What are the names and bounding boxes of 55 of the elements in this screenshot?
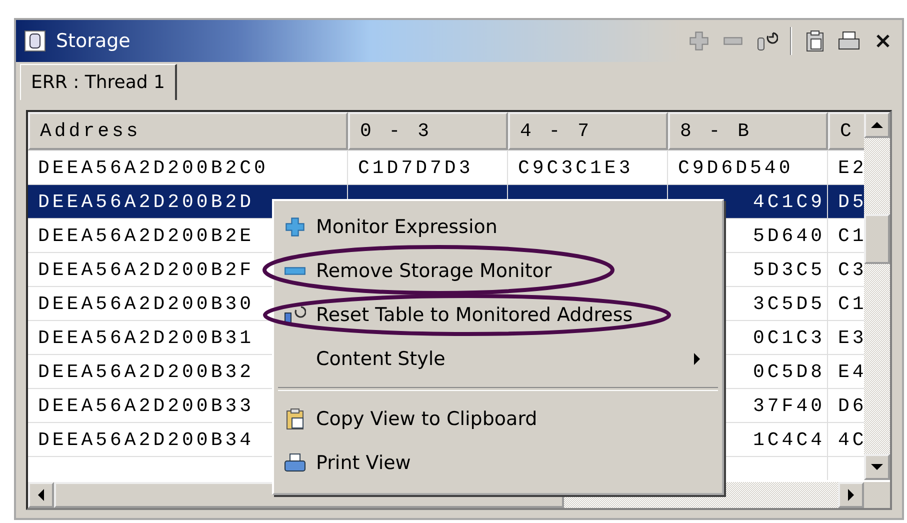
table-cell: 0C5D8 (752, 361, 825, 383)
table-cell: E3 (838, 327, 864, 349)
table-cell: DEEA56A2D200B2F (38, 259, 254, 281)
table-cell: 5D3C5 (752, 259, 825, 281)
column-header[interactable]: 8 - B (668, 112, 828, 150)
scroll-right-button[interactable] (838, 482, 864, 508)
clipboard-icon (284, 408, 306, 430)
table-cell: DEEA56A2D200B32 (38, 361, 254, 383)
column-header[interactable]: Address (28, 112, 348, 150)
table-cell: DEEA56A2D200B2D (38, 191, 254, 213)
cylinder-icon (24, 30, 46, 52)
table-cell: C1D7D7D3 (358, 157, 474, 179)
menu-item[interactable]: Content Style (274, 348, 722, 370)
table-cell: C1 (838, 225, 864, 247)
window-title: Storage (56, 30, 132, 52)
reset-icon[interactable] (756, 30, 778, 52)
table-cell: C9C3C1E3 (518, 157, 634, 179)
table-cell: 5D640 (752, 225, 825, 247)
menu-item[interactable]: Monitor Expression (274, 216, 722, 238)
menu-item[interactable]: Copy View to Clipboard (274, 408, 722, 430)
table-cell: C9D6D540 (678, 157, 794, 179)
table-cell: DEEA56A2D200B31 (38, 327, 254, 349)
table-cell: E2 (838, 157, 864, 179)
table-cell: DEEA56A2D200B2C0 (38, 157, 268, 179)
scroll-down-button[interactable] (864, 454, 890, 480)
tab[interactable]: ERR : Thread 1 (20, 64, 178, 100)
vertical-scrollbar[interactable] (864, 112, 890, 480)
menu-item[interactable]: Reset Table to Monitored Address (274, 304, 722, 326)
clipboard-icon[interactable] (804, 30, 826, 52)
table-cell: 1C4C4 (752, 429, 825, 451)
table-cell: 0C1C3 (752, 327, 825, 349)
scrollbar-corner (864, 482, 890, 508)
table-cell: DEEA56A2D200B33 (38, 395, 254, 417)
table-cell: DEEA56A2D200B34 (38, 429, 254, 451)
table-cell: D6 (838, 395, 864, 417)
table-cell: E4 (838, 361, 864, 383)
column-header[interactable]: 0 - 3 (348, 112, 508, 150)
menu-item[interactable]: Print View (274, 452, 722, 474)
table-cell: 37F40 (752, 395, 825, 417)
column-header[interactable]: 4 - 7 (508, 112, 668, 150)
printer-icon[interactable] (838, 30, 860, 52)
table-cell: 4C (838, 429, 864, 451)
scroll-left-button[interactable] (28, 482, 54, 508)
table-cell: D5 (838, 191, 864, 213)
table-cell: C3 (838, 259, 864, 281)
plus-icon (284, 216, 306, 238)
scroll-up-button[interactable] (864, 112, 890, 138)
printer-icon (284, 452, 306, 474)
table-cell: C1 (838, 293, 864, 315)
table-cell: 4C1C9 (752, 191, 825, 213)
scroll-thumb[interactable] (864, 214, 890, 264)
menu-item[interactable]: Remove Storage Monitor (274, 260, 722, 282)
table-cell: 3C5D5 (752, 293, 825, 315)
table-cell: DEEA56A2D200B2E (38, 225, 254, 247)
table-cell: DEEA56A2D200B30 (38, 293, 254, 315)
